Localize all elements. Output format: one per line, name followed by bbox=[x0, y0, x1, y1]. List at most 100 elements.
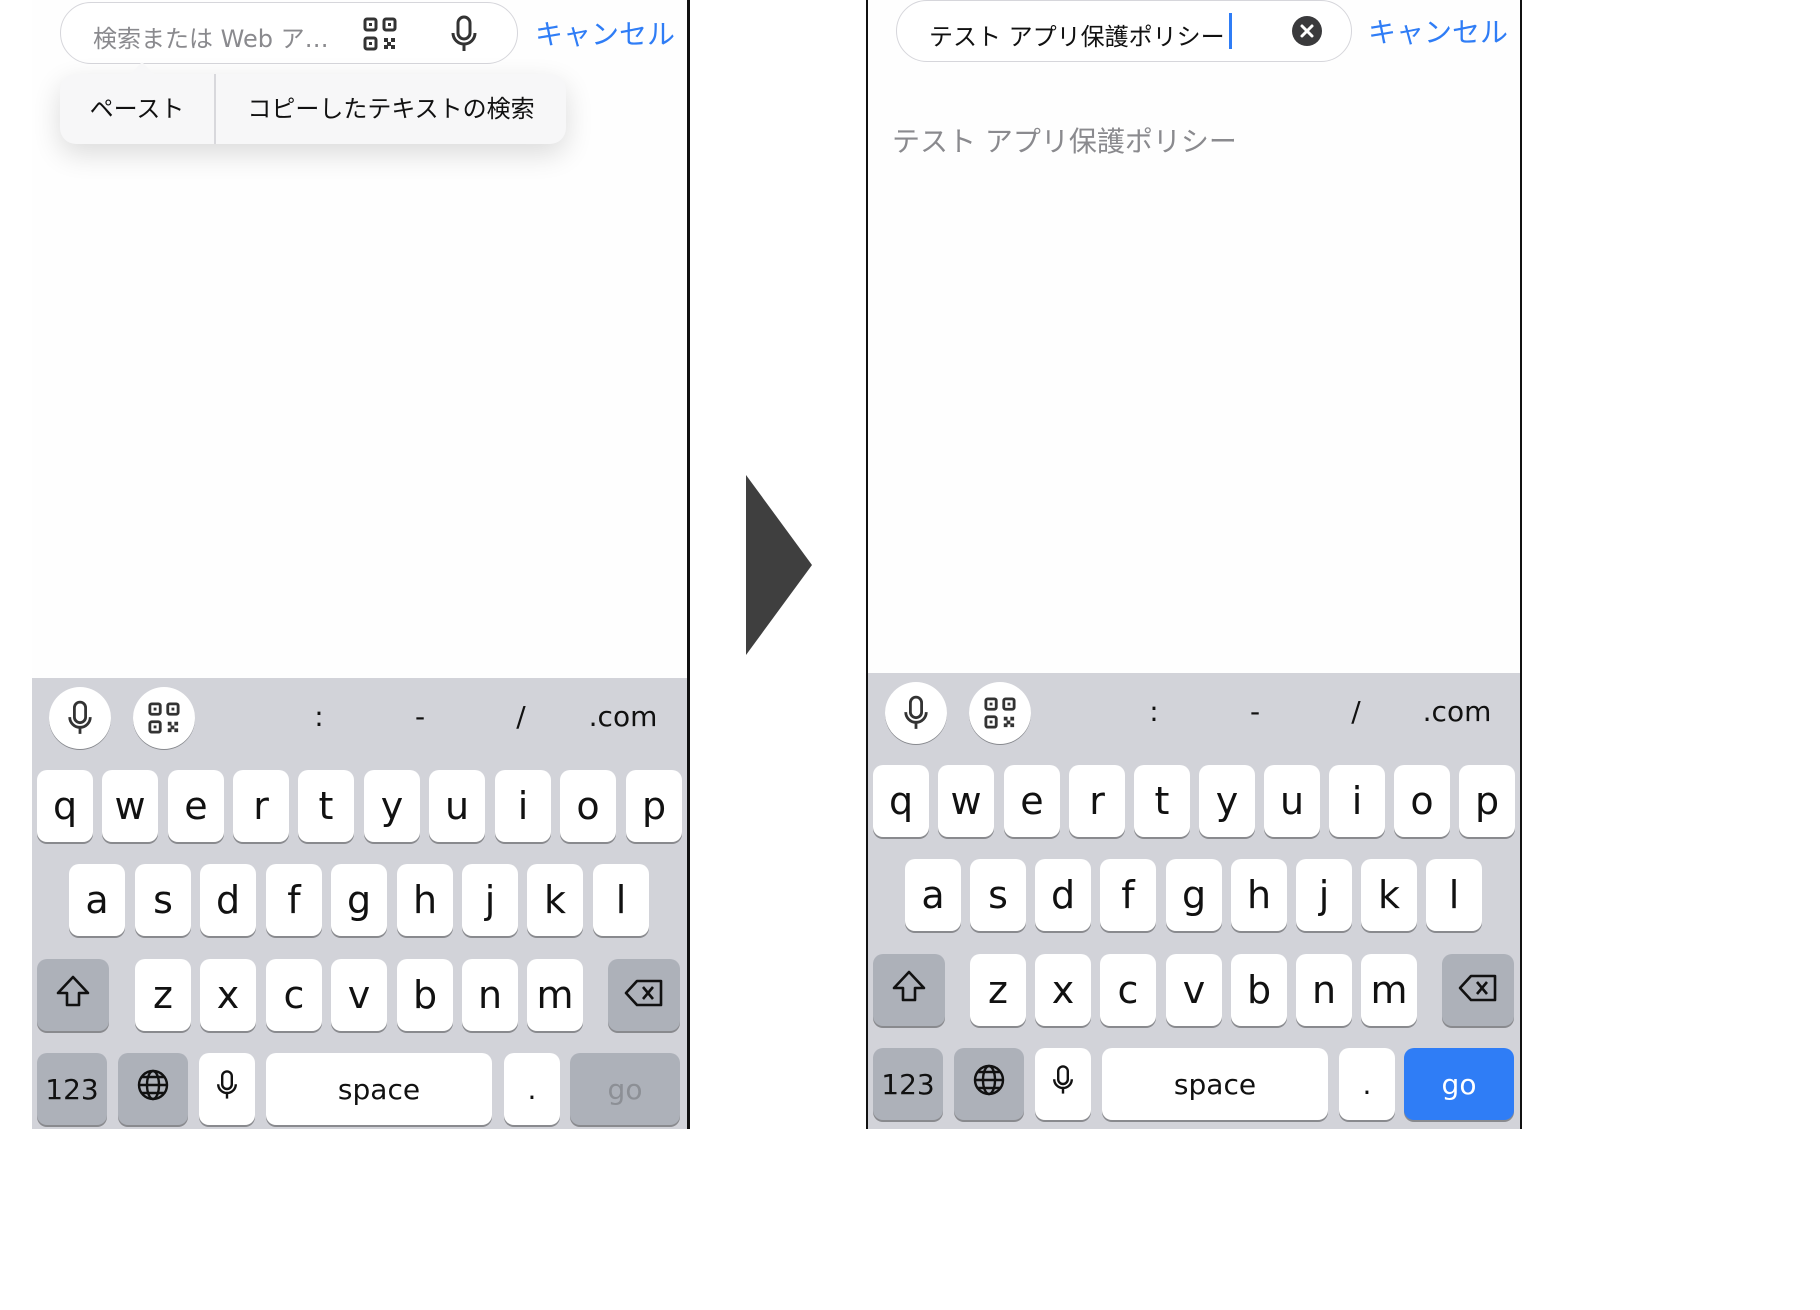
search-field[interactable]: テスト アプリ保護ポリシー bbox=[896, 0, 1352, 62]
key-h[interactable]: h bbox=[1231, 859, 1287, 931]
accessory-colon[interactable]: : bbox=[314, 700, 323, 733]
key-y[interactable]: y bbox=[1199, 765, 1255, 837]
key-o[interactable]: o bbox=[1394, 765, 1450, 837]
dictation-key[interactable] bbox=[199, 1053, 255, 1125]
key-i[interactable]: i bbox=[1329, 765, 1385, 837]
backspace-key[interactable] bbox=[1442, 954, 1514, 1026]
keyboard-qr-button[interactable] bbox=[969, 682, 1031, 744]
key-i[interactable]: i bbox=[495, 770, 551, 842]
key-u[interactable]: u bbox=[1264, 765, 1320, 837]
key-e[interactable]: e bbox=[1004, 765, 1060, 837]
period-key-label: . bbox=[1362, 1067, 1372, 1101]
key-u[interactable]: u bbox=[429, 770, 485, 842]
key-t[interactable]: t bbox=[298, 770, 354, 842]
key-b[interactable]: b bbox=[1231, 954, 1287, 1026]
key-z[interactable]: z bbox=[135, 959, 191, 1031]
shift-key[interactable] bbox=[37, 959, 109, 1031]
numbers-key-label: 123 bbox=[45, 1072, 99, 1106]
dictation-key[interactable] bbox=[1035, 1048, 1091, 1120]
key-m[interactable]: m bbox=[1361, 954, 1417, 1026]
keyboard-mic-button[interactable] bbox=[885, 682, 947, 744]
key-k[interactable]: k bbox=[1361, 859, 1417, 931]
key-v[interactable]: v bbox=[1166, 954, 1222, 1026]
key-d[interactable]: d bbox=[200, 864, 256, 936]
edit-menu-popup: ペースト コピーしたテキストの検索 bbox=[60, 62, 566, 144]
go-key[interactable]: go bbox=[570, 1053, 680, 1125]
qr-code-icon[interactable] bbox=[363, 17, 397, 51]
key-w[interactable]: w bbox=[938, 765, 994, 837]
keyboard: : - / .com q w e r t y u i o p a s d f g… bbox=[868, 673, 1520, 1129]
backspace-key[interactable] bbox=[608, 959, 680, 1031]
key-g[interactable]: g bbox=[331, 864, 387, 936]
keyboard-qr-button[interactable] bbox=[133, 687, 195, 749]
period-key[interactable]: . bbox=[504, 1053, 560, 1125]
key-l[interactable]: l bbox=[1426, 859, 1482, 931]
key-r[interactable]: r bbox=[1069, 765, 1125, 837]
shift-icon bbox=[891, 968, 927, 1012]
search-field[interactable]: 検索または Web ア… bbox=[60, 2, 518, 64]
globe-key[interactable] bbox=[954, 1048, 1024, 1120]
key-n[interactable]: n bbox=[462, 959, 518, 1031]
key-a[interactable]: a bbox=[905, 859, 961, 931]
key-l[interactable]: l bbox=[593, 864, 649, 936]
key-c[interactable]: c bbox=[1100, 954, 1156, 1026]
period-key[interactable]: . bbox=[1339, 1048, 1395, 1120]
cancel-button[interactable]: キャンセル bbox=[535, 13, 675, 53]
key-n[interactable]: n bbox=[1296, 954, 1352, 1026]
paste-button[interactable]: ペースト bbox=[60, 74, 214, 144]
key-q[interactable]: q bbox=[873, 765, 929, 837]
search-suggestion[interactable]: テスト アプリ保護ポリシー bbox=[892, 120, 1237, 160]
key-h[interactable]: h bbox=[397, 864, 453, 936]
key-o[interactable]: o bbox=[560, 770, 616, 842]
accessory-slash[interactable]: / bbox=[516, 700, 525, 733]
microphone-icon bbox=[215, 1067, 239, 1111]
accessory-colon[interactable]: : bbox=[1149, 695, 1158, 728]
accessory-dash[interactable]: - bbox=[415, 700, 425, 733]
keyboard-mic-button[interactable] bbox=[49, 687, 111, 749]
numbers-key[interactable]: 123 bbox=[37, 1053, 107, 1125]
key-z[interactable]: z bbox=[970, 954, 1026, 1026]
key-s[interactable]: s bbox=[135, 864, 191, 936]
key-t[interactable]: t bbox=[1134, 765, 1190, 837]
key-f[interactable]: f bbox=[266, 864, 322, 936]
key-c[interactable]: c bbox=[266, 959, 322, 1031]
key-m[interactable]: m bbox=[527, 959, 583, 1031]
key-a[interactable]: a bbox=[69, 864, 125, 936]
space-key-label: space bbox=[1173, 1067, 1257, 1101]
key-p[interactable]: p bbox=[1459, 765, 1515, 837]
shift-key[interactable] bbox=[873, 954, 945, 1026]
key-g[interactable]: g bbox=[1166, 859, 1222, 931]
shift-icon bbox=[55, 973, 91, 1017]
accessory-dotcom[interactable]: .com bbox=[1423, 695, 1492, 728]
go-key[interactable]: go bbox=[1404, 1048, 1514, 1120]
cancel-button[interactable]: キャンセル bbox=[1368, 11, 1508, 51]
key-p[interactable]: p bbox=[626, 770, 682, 842]
accessory-dotcom[interactable]: .com bbox=[589, 700, 658, 733]
key-w[interactable]: w bbox=[102, 770, 158, 842]
key-v[interactable]: v bbox=[331, 959, 387, 1031]
key-x[interactable]: x bbox=[1035, 954, 1091, 1026]
key-x[interactable]: x bbox=[200, 959, 256, 1031]
numbers-key[interactable]: 123 bbox=[873, 1048, 943, 1120]
numbers-key-label: 123 bbox=[881, 1067, 935, 1101]
key-k[interactable]: k bbox=[527, 864, 583, 936]
key-r[interactable]: r bbox=[233, 770, 289, 842]
microphone-icon[interactable] bbox=[449, 15, 479, 53]
accessory-slash[interactable]: / bbox=[1351, 695, 1360, 728]
clear-icon[interactable] bbox=[1292, 16, 1322, 46]
key-j[interactable]: j bbox=[462, 864, 518, 936]
key-j[interactable]: j bbox=[1296, 859, 1352, 931]
search-copied-text-button[interactable]: コピーしたテキストの検索 bbox=[216, 74, 566, 144]
key-y[interactable]: y bbox=[364, 770, 420, 842]
key-q[interactable]: q bbox=[37, 770, 93, 842]
space-key[interactable]: space bbox=[1102, 1048, 1328, 1120]
globe-icon bbox=[972, 1062, 1006, 1106]
key-e[interactable]: e bbox=[168, 770, 224, 842]
key-f[interactable]: f bbox=[1100, 859, 1156, 931]
space-key[interactable]: space bbox=[266, 1053, 492, 1125]
key-b[interactable]: b bbox=[397, 959, 453, 1031]
accessory-dash[interactable]: - bbox=[1250, 695, 1260, 728]
key-d[interactable]: d bbox=[1035, 859, 1091, 931]
key-s[interactable]: s bbox=[970, 859, 1026, 931]
globe-key[interactable] bbox=[118, 1053, 188, 1125]
